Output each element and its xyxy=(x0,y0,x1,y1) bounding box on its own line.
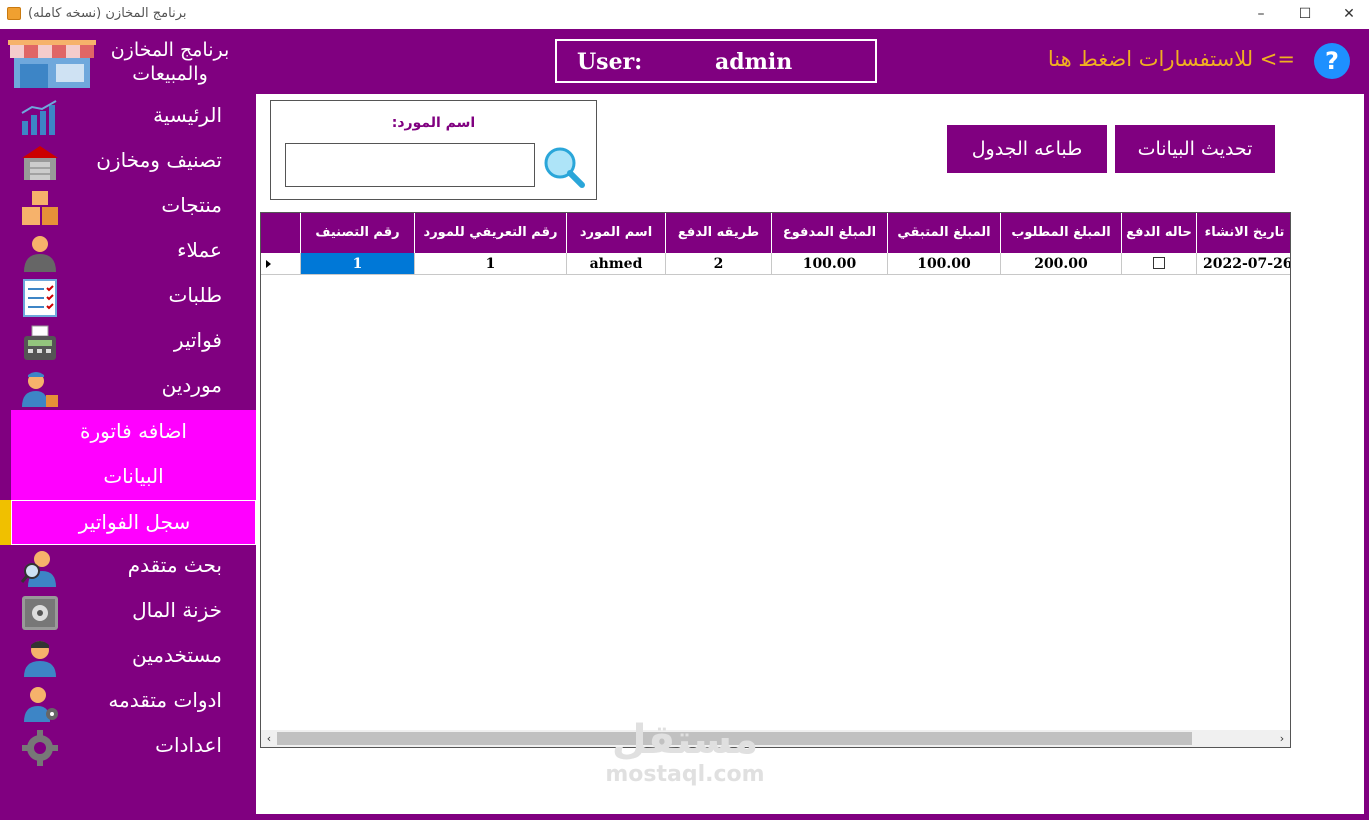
boxes-icon xyxy=(22,191,58,225)
print-table-button[interactable]: طباعه الجدول xyxy=(947,125,1107,173)
submenu-label: سجل الفواتير xyxy=(78,510,191,534)
watermark-latin: mostaql.com xyxy=(605,762,765,787)
app-name: برنامج المخازن والمبيعات xyxy=(100,38,240,86)
cell-created-date[interactable]: 2022-07-26 A xyxy=(1197,253,1290,275)
row-header[interactable] xyxy=(261,253,301,275)
checklist-icon xyxy=(23,279,57,317)
sidebar-item-label: تصنيف ومخازن xyxy=(96,148,222,172)
sidebar-item-label: اعدادات xyxy=(155,733,222,757)
column-header[interactable]: اسم المورد xyxy=(567,213,666,253)
table-header: رقم التصنيف رقم التعريفي للمورد اسم المو… xyxy=(261,213,1290,253)
cell-paid-status[interactable] xyxy=(1122,253,1197,275)
safe-icon xyxy=(22,596,58,630)
supplier-name-label: اسم المورد: xyxy=(391,115,476,131)
watermark-arabic: مستقل xyxy=(611,717,759,763)
active-item-marker xyxy=(0,500,11,545)
inquiry-link[interactable]: => للاستفسارات اضغط هنا xyxy=(1040,47,1295,71)
column-header[interactable]: رقم التعريفي للمورد xyxy=(415,213,567,253)
current-row-arrow-icon xyxy=(266,260,271,268)
cell-category-id[interactable]: 1 xyxy=(301,253,415,275)
column-header[interactable]: المبلغ المطلوب xyxy=(1001,213,1122,253)
sidebar-item-orders[interactable]: طلبات xyxy=(10,275,256,320)
sidebar-item-products[interactable]: منتجات xyxy=(10,185,256,230)
column-header[interactable]: رقم التصنيف xyxy=(301,213,415,253)
scroll-left-icon[interactable]: ‹ xyxy=(261,730,277,747)
sidebar-item-label: موردين xyxy=(161,373,222,397)
user-label: User: xyxy=(577,49,643,75)
sidebar-item-home[interactable]: الرئيسية xyxy=(10,95,256,140)
column-header[interactable]: المبلغ المدفوع xyxy=(772,213,888,253)
sidebar-item-advanced-tools[interactable]: ادوات متقدمه xyxy=(10,680,256,725)
watermark: مستقل mostaql.com xyxy=(600,718,770,788)
settings-gear-icon xyxy=(22,730,58,766)
maximize-button[interactable]: ☐ xyxy=(1295,4,1315,24)
submenu-label: البيانات xyxy=(103,464,164,488)
column-header[interactable]: تاريخ الانشاء xyxy=(1197,213,1290,253)
warehouse-icon xyxy=(22,146,58,180)
cell-required-amount[interactable]: 200.00 xyxy=(1001,253,1122,275)
submenu-data[interactable]: البيانات xyxy=(11,455,256,500)
store-logo-icon xyxy=(8,40,96,88)
sidebar-item-users[interactable]: مستخدمين xyxy=(10,635,256,680)
minimize-button[interactable]: – xyxy=(1251,4,1271,24)
sidebar-item-label: ادوات متقدمه xyxy=(108,688,222,712)
sidebar-item-label: بحث متقدم xyxy=(127,553,222,577)
user-name: admin xyxy=(715,49,793,75)
sidebar-item-suppliers[interactable]: موردين xyxy=(10,365,256,410)
sidebar-item-label: عملاء xyxy=(177,238,222,262)
app-icon xyxy=(7,7,21,20)
sidebar-item-customers[interactable]: عملاء xyxy=(10,230,256,275)
supplier-search-input[interactable] xyxy=(285,143,535,187)
cell-payment-method[interactable]: 2 xyxy=(666,253,772,275)
cell-supplier-name[interactable]: ahmed xyxy=(567,253,666,275)
sidebar-item-categories[interactable]: تصنيف ومخازن xyxy=(10,140,256,185)
magnifier-icon[interactable] xyxy=(542,145,586,189)
customer-icon xyxy=(24,236,56,272)
sidebar-item-settings[interactable]: اعدادات xyxy=(10,725,256,770)
paid-status-checkbox[interactable] xyxy=(1153,256,1165,269)
sidebar-item-label: منتجات xyxy=(161,193,222,217)
sidebar-item-label: طلبات xyxy=(168,283,223,307)
app-name-line1: برنامج المخازن xyxy=(110,39,230,61)
sidebar-item-label: الرئيسية xyxy=(153,103,222,127)
horizontal-scrollbar[interactable]: ‹ › xyxy=(261,730,1290,747)
app-name-line2: والمبيعات xyxy=(132,63,208,85)
window-title: برنامج المخازن (نسخه كامله) xyxy=(28,6,187,21)
sidebar-item-label: مستخدمين xyxy=(132,643,222,667)
chart-icon xyxy=(21,100,57,135)
users-icon xyxy=(24,641,56,677)
sidebar-item-label: خزنة المال xyxy=(132,598,222,622)
scroll-right-icon[interactable]: › xyxy=(1274,730,1290,747)
sidebar-item-label: فواتير xyxy=(173,328,222,352)
close-button[interactable]: ✕ xyxy=(1339,4,1359,24)
window-titlebar: برنامج المخازن (نسخه كامله) – ☐ ✕ xyxy=(0,0,1369,29)
submenu-invoice-log[interactable]: سجل الفواتير xyxy=(11,500,256,545)
current-user-box: User: admin xyxy=(555,39,877,83)
cell-remaining-amount[interactable]: 100.00 xyxy=(888,253,1001,275)
column-header[interactable]: حاله الدفع xyxy=(1122,213,1197,253)
sidebar-item-safe[interactable]: خزنة المال xyxy=(10,590,256,635)
advanced-search-icon xyxy=(20,551,56,587)
header-corner xyxy=(261,213,301,253)
invoices-table[interactable]: رقم التصنيف رقم التعريفي للمورد اسم المو… xyxy=(260,212,1291,748)
column-header[interactable]: المبلغ المتبقي xyxy=(888,213,1001,253)
column-header[interactable]: طريقه الدفع xyxy=(666,213,772,253)
table-row[interactable]: 1 1 ahmed 2 100.00 100.00 200.00 2022-07… xyxy=(261,253,1290,275)
refresh-data-button[interactable]: تحديث البيانات xyxy=(1115,125,1275,173)
cell-paid-amount[interactable]: 100.00 xyxy=(772,253,888,275)
cash-register-icon xyxy=(24,325,56,360)
help-icon[interactable]: ? xyxy=(1314,43,1350,79)
advanced-tools-icon xyxy=(24,687,58,722)
submenu-label: اضافه فاتورة xyxy=(80,419,187,443)
submenu-add-invoice[interactable]: اضافه فاتورة xyxy=(11,410,256,455)
sidebar-item-advanced-search[interactable]: بحث متقدم xyxy=(10,545,256,590)
cell-supplier-id[interactable]: 1 xyxy=(415,253,567,275)
sidebar-item-invoices[interactable]: فواتير xyxy=(10,320,256,365)
supplier-icon xyxy=(22,372,58,407)
